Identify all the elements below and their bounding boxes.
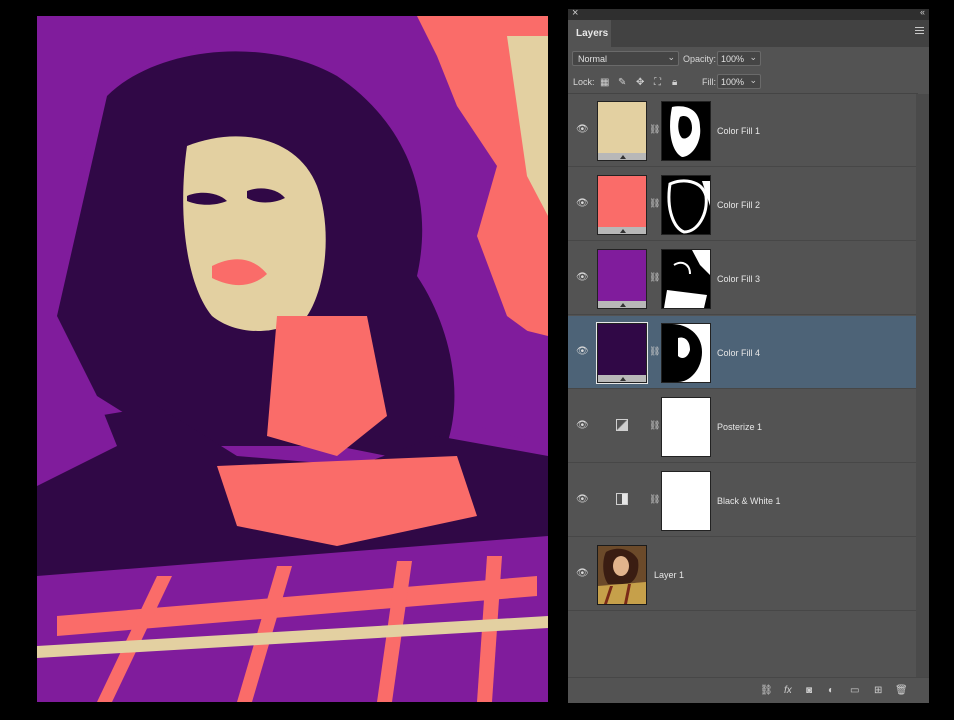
layer-row[interactable]: 👁︎ ⛓︎ Posterize 1: [568, 390, 916, 463]
add-mask-icon[interactable]: ◙: [806, 685, 812, 696]
panel-menu-icon[interactable]: [915, 27, 924, 35]
layer-thumbnail[interactable]: [597, 545, 647, 605]
layers-scrollbar[interactable]: [916, 94, 929, 691]
black-white-icon[interactable]: [616, 493, 628, 505]
fill-field[interactable]: 100% ⌄: [717, 74, 761, 89]
layers-list: 👁︎ ⛓︎ Color Fill 1 👁︎ ⛓︎ Color Fill 2 👁︎…: [568, 94, 916, 614]
layers-bottom-toolbar: ⛓︎ fx ◙ ◐ ▭ ⊞ 🗑︎: [568, 677, 929, 703]
layer-name[interactable]: Posterize 1: [717, 422, 762, 432]
new-group-icon[interactable]: ▭: [850, 685, 859, 696]
lock-position-icon[interactable]: ✥: [636, 77, 644, 88]
mask-preview: [664, 250, 710, 308]
layer-name[interactable]: Color Fill 3: [717, 274, 760, 284]
new-layer-icon[interactable]: ⊞: [874, 685, 882, 696]
visibility-eye-icon[interactable]: 👁︎: [576, 569, 589, 579]
layer-name[interactable]: Layer 1: [654, 570, 684, 580]
layer-row[interactable]: 👁︎ ⛓︎ Color Fill 3: [568, 242, 916, 315]
chevron-down-icon: ⌄: [749, 75, 757, 85]
opacity-field[interactable]: 100% ⌄: [717, 51, 761, 66]
layer-row[interactable]: 👁︎ ⛓︎ Black & White 1: [568, 464, 916, 537]
adjustment-layer-icon[interactable]: ◐: [828, 685, 834, 696]
visibility-eye-icon[interactable]: 👁︎: [576, 421, 589, 431]
lock-image-pixels-icon[interactable]: ✎: [618, 77, 626, 88]
blend-mode-value: Normal: [578, 54, 608, 64]
layer-mask-thumbnail[interactable]: [661, 175, 711, 235]
mask-link-icon[interactable]: ⛓︎: [649, 346, 660, 357]
layer-name[interactable]: Black & White 1: [717, 496, 781, 506]
mask-preview: [662, 324, 702, 382]
color-fill-thumbnail[interactable]: [597, 249, 647, 309]
opacity-value: 100%: [721, 54, 745, 64]
visibility-eye-icon[interactable]: 👁︎: [576, 199, 589, 209]
fill-value: 100%: [721, 77, 745, 87]
visibility-eye-icon[interactable]: 👁︎: [576, 125, 589, 135]
photo-preview: [598, 546, 646, 604]
mask-link-icon[interactable]: ⛓︎: [649, 494, 660, 505]
posterize-icon[interactable]: [616, 419, 628, 431]
mask-link-icon[interactable]: ⛓︎: [649, 124, 660, 135]
visibility-eye-icon[interactable]: 👁︎: [576, 495, 589, 505]
color-fill-thumbnail[interactable]: [596, 322, 648, 384]
lock-artboard-icon[interactable]: ⛶: [654, 77, 661, 88]
layer-row[interactable]: 👁︎ ⛓︎ Color Fill 1: [568, 94, 916, 167]
blend-mode-select[interactable]: Normal ⌄: [572, 51, 679, 66]
visibility-eye-icon[interactable]: 👁︎: [576, 347, 589, 357]
lock-transparent-pixels-icon[interactable]: ▦: [600, 77, 609, 88]
chevron-down-icon: ⌄: [667, 52, 675, 62]
lock-label: Lock:: [573, 77, 595, 87]
link-layers-icon[interactable]: ⛓︎: [760, 685, 773, 696]
tab-layers[interactable]: Layers: [568, 20, 611, 47]
panel-title-strip: × ‹‹: [568, 7, 929, 20]
layer-row-selected[interactable]: 👁︎ ⛓︎ Color Fill 4: [568, 316, 916, 389]
layer-mask-thumbnail[interactable]: [661, 323, 711, 383]
layer-name[interactable]: Color Fill 1: [717, 126, 760, 136]
color-fill-thumbnail[interactable]: [597, 175, 647, 235]
fx-icon[interactable]: fx: [784, 685, 792, 696]
mask-preview: [667, 179, 710, 234]
visibility-eye-icon[interactable]: 👁︎: [576, 273, 589, 283]
posterized-portrait-image: [37, 16, 548, 702]
panel-tab-bar: Layers: [568, 20, 929, 47]
layers-panel: × ‹‹ Layers Normal ⌄ Opacity: 100% ⌄ Loc…: [568, 7, 929, 703]
chevron-down-icon: ⌄: [749, 52, 757, 62]
lock-all-icon[interactable]: 🔒︎: [672, 77, 677, 88]
layer-mask-thumbnail[interactable]: [661, 471, 711, 531]
mask-link-icon[interactable]: ⛓︎: [649, 198, 660, 209]
trash-icon[interactable]: 🗑︎: [895, 685, 908, 696]
mask-preview: [670, 106, 701, 157]
opacity-label: Opacity:: [683, 54, 717, 64]
close-icon[interactable]: ×: [572, 7, 578, 19]
mask-link-icon[interactable]: ⛓︎: [649, 272, 660, 283]
fill-label: Fill:: [702, 77, 716, 87]
document-canvas[interactable]: [37, 16, 548, 702]
layer-row[interactable]: 👁︎ Layer 1: [568, 538, 916, 611]
tab-layers-label: Layers: [576, 28, 609, 39]
layer-mask-thumbnail[interactable]: [661, 101, 711, 161]
layer-mask-thumbnail[interactable]: [661, 249, 711, 309]
layer-row[interactable]: 👁︎ ⛓︎ Color Fill 2: [568, 168, 916, 241]
layer-name[interactable]: Color Fill 4: [717, 348, 760, 358]
layer-name[interactable]: Color Fill 2: [717, 200, 760, 210]
collapse-icon[interactable]: ‹‹: [920, 7, 925, 17]
color-fill-thumbnail[interactable]: [597, 101, 647, 161]
layer-mask-thumbnail[interactable]: [661, 397, 711, 457]
mask-link-icon[interactable]: ⛓︎: [649, 420, 660, 431]
